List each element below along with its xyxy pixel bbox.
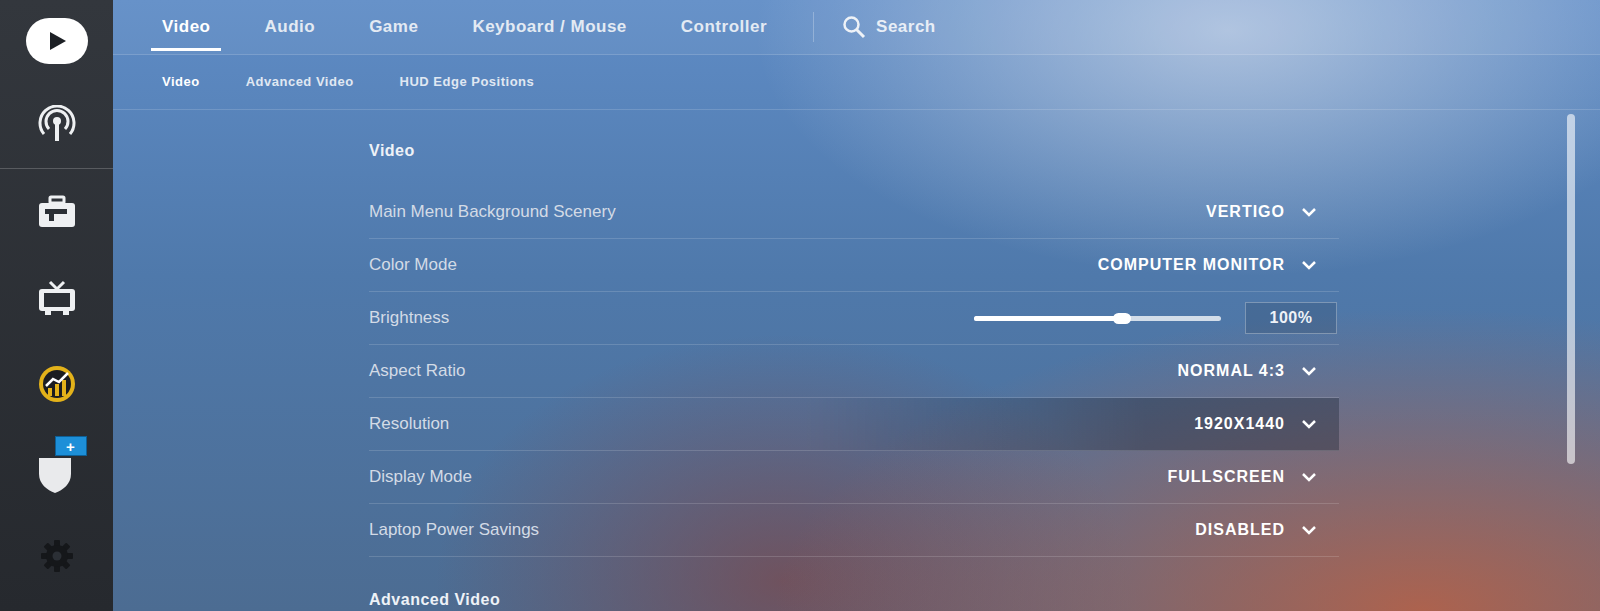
shield-icon [37, 454, 73, 494]
broadcast-icon [37, 105, 77, 145]
section-title: Video [369, 141, 1339, 161]
sub-tab[interactable]: HUD Edge Positions [400, 55, 535, 109]
dropdown[interactable]: DISABLED [1195, 518, 1317, 542]
dropdown-value: VERTIGO [1206, 200, 1285, 224]
dropdown[interactable]: 1920X1440 [1194, 412, 1317, 436]
dropdown-value: 1920X1440 [1194, 412, 1285, 436]
setting-label: Display Mode [369, 464, 472, 490]
watch-button[interactable] [0, 82, 113, 168]
top-nav: Video Audio Game Keyboard / Mouse Controller… [113, 0, 1600, 55]
slider-thumb[interactable] [1113, 313, 1131, 324]
dropdown[interactable]: COMPUTER MONITOR [1098, 253, 1317, 277]
chevron-down-icon [1301, 207, 1317, 217]
value-field[interactable]: 100% [1245, 302, 1337, 334]
sub-tab[interactable]: Advanced Video [246, 55, 354, 109]
dropdown[interactable]: FULLSCREEN [1167, 465, 1317, 489]
shield-button[interactable]: + [0, 427, 113, 513]
sub-tab-label: HUD Edge Positions [400, 72, 535, 92]
tv-button[interactable] [0, 255, 113, 341]
settings-button[interactable] [0, 513, 113, 599]
tab-label: Keyboard / Mouse [472, 14, 626, 40]
sidebar-divider [0, 168, 113, 169]
settings-content: Video Main Menu Background Scenery VERTIG… [113, 110, 1600, 611]
brightness-control: 100% [974, 302, 1337, 334]
chevron-down-icon [1301, 525, 1317, 535]
badge: + [55, 436, 87, 456]
setting-row[interactable]: Aspect Ratio NORMAL 4:3 [369, 345, 1339, 398]
setting-label: Main Menu Background Scenery [369, 199, 616, 225]
tab-label: Audio [264, 14, 315, 40]
slider-track[interactable] [974, 316, 1221, 321]
scrollbar-thumb[interactable] [1567, 114, 1575, 464]
setting-row[interactable]: Brightness 100% [369, 292, 1339, 345]
play-button[interactable] [0, 0, 113, 82]
setting-row[interactable]: Main Menu Background Scenery VERTIGO [369, 186, 1339, 239]
search-button[interactable]: Search [842, 14, 936, 40]
chevron-down-icon [1301, 260, 1317, 270]
setting-label: Resolution [369, 411, 449, 437]
tv-icon [37, 280, 77, 316]
dropdown-value: FULLSCREEN [1167, 465, 1285, 489]
inventory-button[interactable] [0, 169, 113, 255]
gear-icon [39, 538, 75, 574]
nav-tab[interactable]: Video [162, 0, 210, 54]
dropdown-value: NORMAL 4:3 [1178, 359, 1286, 383]
settings-panel: Video Audio Game Keyboard / Mouse Controller… [113, 0, 1600, 611]
tab-label: Controller [681, 14, 767, 40]
badge-text: + [66, 439, 75, 454]
slider-fill [974, 316, 1122, 321]
setting-label: Laptop Power Savings [369, 517, 539, 543]
sub-tab-label: Advanced Video [246, 72, 354, 92]
setting-row[interactable]: Color Mode COMPUTER MONITOR [369, 239, 1339, 292]
nav-divider [813, 12, 814, 42]
tab-underline [151, 48, 221, 51]
value-text: 100% [1270, 306, 1313, 330]
setting-label: Aspect Ratio [369, 358, 465, 384]
sidebar: + [0, 0, 113, 611]
nav-tab[interactable]: Keyboard / Mouse [472, 0, 626, 54]
chart-coin-icon [37, 364, 77, 404]
play-icon [26, 18, 88, 64]
briefcase-icon [37, 195, 77, 229]
sub-tab[interactable]: Video [162, 55, 200, 109]
dropdown-value: DISABLED [1195, 518, 1285, 542]
tab-label: Game [369, 14, 418, 40]
stats-button[interactable] [0, 341, 113, 427]
sub-nav: Video Advanced Video HUD Edge Positions [113, 55, 1600, 110]
tab-label: Video [162, 14, 210, 40]
setting-row[interactable]: Laptop Power Savings DISABLED [369, 504, 1339, 557]
chevron-down-icon [1301, 472, 1317, 482]
setting-label: Color Mode [369, 252, 457, 278]
search-icon [842, 15, 866, 39]
setting-label: Brightness [369, 305, 449, 331]
sub-tab-label: Video [162, 72, 200, 92]
setting-row[interactable]: Resolution 1920X1440 [369, 398, 1339, 451]
chevron-down-icon [1301, 366, 1317, 376]
settings-list: Main Menu Background Scenery VERTIGO Color… [369, 186, 1339, 557]
nav-tab[interactable]: Audio [264, 0, 315, 54]
chevron-down-icon [1301, 419, 1317, 429]
nav-tab[interactable]: Controller [681, 0, 767, 54]
section-title: Advanced Video [369, 590, 1339, 610]
dropdown-value: COMPUTER MONITOR [1098, 253, 1285, 277]
dropdown[interactable]: NORMAL 4:3 [1178, 359, 1318, 383]
dropdown[interactable]: VERTIGO [1206, 200, 1317, 224]
search-label: Search [876, 14, 936, 40]
setting-row[interactable]: Display Mode FULLSCREEN [369, 451, 1339, 504]
nav-tab[interactable]: Game [369, 0, 418, 54]
